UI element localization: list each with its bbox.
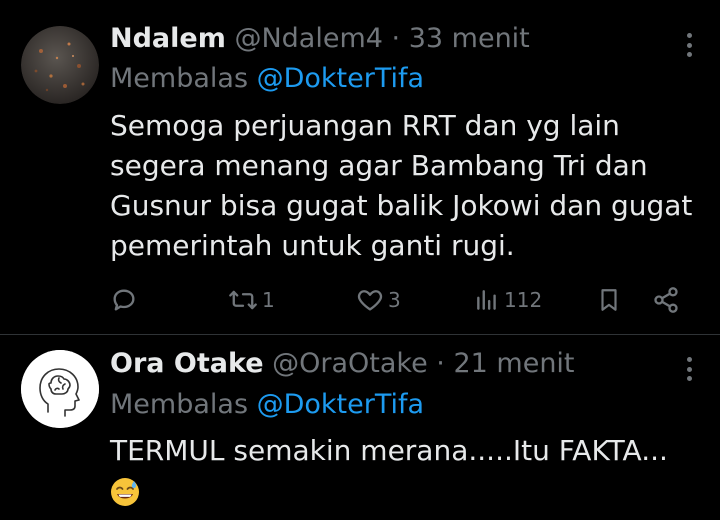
bookmark-button[interactable] bbox=[596, 282, 622, 318]
reply-prefix: Membalas bbox=[110, 63, 249, 94]
tweet[interactable]: Ndalem @Ndalem4 · 33 menit Membalas @Dok… bbox=[0, 0, 720, 335]
views-icon bbox=[477, 290, 496, 310]
like-count: 3 bbox=[388, 288, 401, 312]
reply-button[interactable] bbox=[110, 282, 138, 318]
reply-context: Membalas @DokterTifa bbox=[110, 387, 424, 423]
tweet-text-line: segera menang agar Bambang Tri dan bbox=[110, 149, 648, 182]
more-icon[interactable] bbox=[686, 357, 692, 381]
tweet-emoji-line bbox=[110, 471, 710, 511]
tweet-text-line: Gusnur bisa gugat balik Jokowi dan gugat bbox=[110, 189, 693, 222]
avatar[interactable] bbox=[21, 350, 99, 428]
author-name[interactable]: Ndalem bbox=[110, 23, 226, 54]
tweet-text-line: Semoga perjuangan RRT dan yg lain bbox=[110, 109, 620, 142]
sweat-smile-emoji bbox=[111, 478, 139, 506]
tweet-text: Semoga perjuangan RRT dan yg lain segera… bbox=[110, 106, 710, 266]
retweet-count: 1 bbox=[262, 288, 275, 312]
reply-prefix: Membalas bbox=[110, 389, 249, 420]
timestamp[interactable]: 33 menit bbox=[409, 23, 530, 54]
timestamp[interactable]: 21 menit bbox=[453, 348, 574, 379]
retweet-button[interactable]: 1 bbox=[228, 282, 275, 318]
like-icon bbox=[357, 290, 383, 311]
share-button[interactable] bbox=[652, 282, 680, 318]
tweet-text-line: TERMUL semakin merana.....Itu FAKTA... bbox=[110, 434, 668, 467]
author-name[interactable]: Ora Otake bbox=[110, 348, 264, 379]
action-bar: 1 3 112 bbox=[108, 282, 688, 318]
tweet-header: Ora Otake @OraOtake · 21 menit bbox=[110, 346, 575, 382]
reply-mention[interactable]: @DokterTifa bbox=[257, 63, 424, 94]
tweet-header: Ndalem @Ndalem4 · 33 menit bbox=[110, 21, 530, 57]
tweet[interactable]: Ora Otake @OraOtake · 21 menit Membalas … bbox=[0, 335, 720, 520]
bookmark-icon bbox=[601, 289, 617, 311]
retweet-icon bbox=[229, 290, 257, 310]
reply-icon bbox=[113, 289, 135, 311]
more-icon[interactable] bbox=[686, 33, 692, 57]
separator: · bbox=[436, 348, 445, 379]
like-button[interactable]: 3 bbox=[356, 282, 401, 318]
author-handle[interactable]: @Ndalem4 bbox=[234, 23, 382, 54]
share-icon bbox=[654, 287, 678, 313]
avatar[interactable] bbox=[21, 26, 99, 104]
tweet-text-line: pemerintah untuk ganti rugi. bbox=[110, 229, 515, 262]
reply-mention[interactable]: @DokterTifa bbox=[257, 389, 424, 420]
tweet-text: TERMUL semakin merana.....Itu FAKTA... bbox=[110, 431, 710, 511]
separator: · bbox=[391, 23, 401, 54]
views-button[interactable]: 112 bbox=[474, 282, 542, 318]
author-handle[interactable]: @OraOtake bbox=[272, 348, 428, 379]
views-count: 112 bbox=[504, 288, 543, 312]
reply-context: Membalas @DokterTifa bbox=[110, 61, 424, 97]
